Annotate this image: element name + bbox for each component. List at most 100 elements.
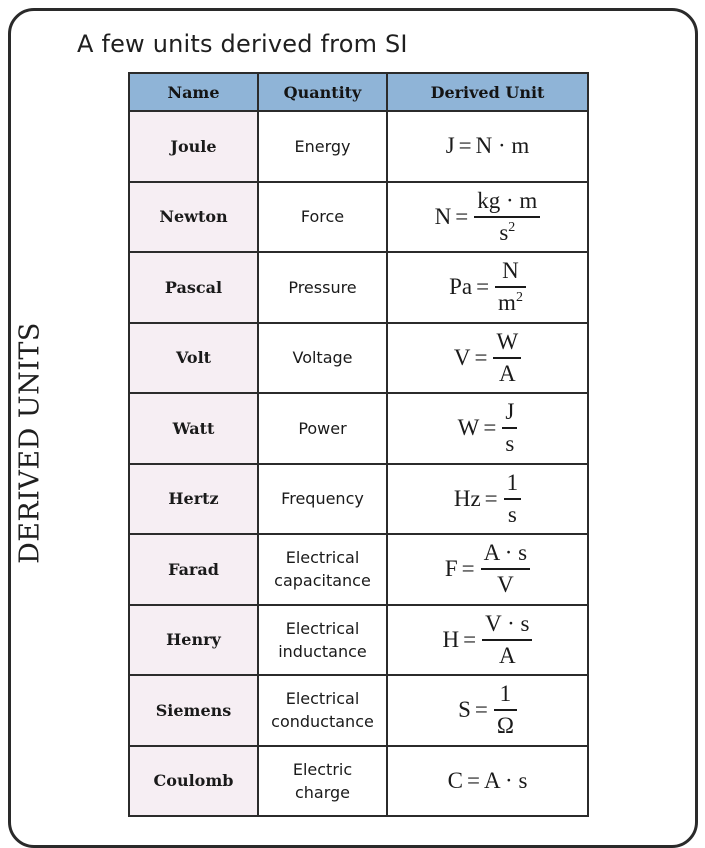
unit-name: Henry (128, 603, 259, 676)
quantity-cell: Electrical capacitance (257, 533, 388, 606)
fraction-denominator: m2 (495, 286, 526, 316)
fraction-numerator: kg · m (477, 187, 538, 213)
table-row: Joule Energy J = N · m (128, 110, 589, 183)
formula: Pa = N m2 (449, 258, 526, 316)
formula: V = W A (453, 328, 522, 387)
quantity-cell: Electrical conductance (257, 674, 388, 747)
header-name: Name (128, 72, 259, 112)
formula: H = V · s A (443, 611, 533, 669)
table-row: Henry Electrical inductance H = V · s A (128, 603, 589, 676)
denominator-exponent: 2 (515, 290, 523, 306)
page-title: A few units derived from SI (77, 30, 408, 58)
unit-name: Farad (128, 533, 259, 606)
derived-unit-cell: Hz = 1 s (386, 462, 589, 535)
fraction-denominator: s2 (474, 215, 541, 246)
table-row: Volt Voltage V = W A (128, 321, 589, 394)
fraction: A · s V (480, 540, 531, 598)
table-row: Coulomb Electric charge C = A · s (128, 744, 589, 817)
fraction: J s (502, 399, 518, 457)
fraction: 1 s (503, 469, 522, 528)
derived-unit-cell: F = A · s V (386, 533, 589, 606)
side-label: DERIVED UNITS (14, 322, 46, 564)
formula-expression: A · s (483, 767, 528, 793)
fraction-numerator: 1 (506, 469, 519, 495)
table-row: Siemens Electrical conductance S = 1 Ω (128, 674, 589, 747)
formula: Hz = 1 s (453, 469, 522, 528)
fraction-denominator: A (493, 356, 522, 387)
table-row: Pascal Pressure Pa = N m2 (128, 251, 589, 324)
fraction-denominator: V (480, 568, 531, 598)
formula-expression: N · m (475, 133, 530, 159)
quantity-line: Electrical (285, 548, 360, 568)
fraction-denominator: s (502, 427, 518, 457)
table-row: Hertz Frequency Hz = 1 s (128, 462, 589, 535)
derived-unit-cell: J = N · m (386, 110, 589, 183)
fraction-denominator: A (482, 638, 533, 669)
table-header-row: Name Quantity Derived Unit (128, 72, 589, 112)
formula: J = N · m (445, 133, 530, 159)
quantity-line: Force (300, 207, 345, 227)
derived-unit-cell: S = 1 Ω (386, 674, 589, 747)
quantity-line: Electrical (285, 618, 360, 638)
unit-name: Newton (128, 180, 259, 253)
fraction-numerator: V · s (485, 610, 530, 636)
denominator-exponent: 2 (508, 219, 516, 235)
table-row: Newton Force N = kg · m s2 (128, 180, 589, 253)
formula: C = A · s (447, 767, 528, 793)
quantity-line: conductance (271, 712, 374, 732)
formula-lhs: J (445, 133, 455, 159)
table-row: Watt Power W = J s (128, 392, 589, 465)
derived-unit-cell: W = J s (386, 392, 589, 465)
quantity-line: Electrical (285, 689, 360, 709)
quantity-line: Power (298, 418, 347, 438)
unit-name: Siemens (128, 674, 259, 747)
fraction-denominator: s (503, 497, 522, 528)
quantity-cell: Energy (257, 110, 388, 183)
formula-lhs: Hz (453, 485, 481, 511)
quantity-line: Voltage (292, 348, 353, 368)
fraction-numerator: 1 (499, 681, 512, 707)
quantity-line: Pressure (288, 277, 357, 297)
fraction: N m2 (495, 258, 526, 316)
formula-lhs: W (457, 415, 480, 441)
derived-unit-cell: Pa = N m2 (386, 251, 589, 324)
fraction: kg · m s2 (474, 187, 541, 246)
table-row: Farad Electrical capacitance F = A · s V (128, 533, 589, 606)
derived-units-table: Name Quantity Derived Unit Joule Energy … (128, 72, 589, 817)
fraction-numerator: W (496, 328, 519, 354)
unit-name: Joule (128, 110, 259, 183)
derived-unit-cell: N = kg · m s2 (386, 180, 589, 253)
unit-name: Pascal (128, 251, 259, 324)
fraction-numerator: N (502, 258, 519, 284)
fraction-numerator: J (505, 399, 515, 425)
quantity-cell: Force (257, 180, 388, 253)
quantity-line: Energy (294, 136, 351, 156)
derived-unit-cell: C = A · s (386, 744, 589, 817)
header-derived-unit: Derived Unit (386, 72, 589, 112)
fraction-numerator: A · s (483, 540, 528, 566)
quantity-line: capacitance (274, 571, 371, 591)
quantity-line: Electric (292, 759, 353, 779)
quantity-cell: Voltage (257, 321, 388, 394)
quantity-cell: Electric charge (257, 744, 388, 817)
formula-lhs: N (434, 203, 452, 229)
derived-unit-cell: V = W A (386, 321, 589, 394)
header-quantity: Quantity (257, 72, 388, 112)
formula: S = 1 Ω (458, 681, 517, 739)
quantity-cell: Pressure (257, 251, 388, 324)
quantity-line: charge (294, 782, 351, 802)
formula: N = kg · m s2 (435, 188, 541, 246)
derived-unit-cell: H = V · s A (386, 603, 589, 676)
fraction: W A (493, 328, 522, 387)
fraction: 1 Ω (493, 681, 517, 739)
denominator-base: m (498, 290, 516, 316)
unit-name: Hertz (128, 462, 259, 535)
formula-lhs: V (453, 344, 471, 370)
unit-name: Coulomb (128, 744, 259, 817)
quantity-line: inductance (278, 641, 367, 661)
unit-name: Watt (128, 392, 259, 465)
formula: F = A · s V (445, 540, 531, 598)
denominator-base: s (499, 219, 509, 245)
formula-lhs: S (458, 697, 471, 723)
quantity-cell: Frequency (257, 462, 388, 535)
